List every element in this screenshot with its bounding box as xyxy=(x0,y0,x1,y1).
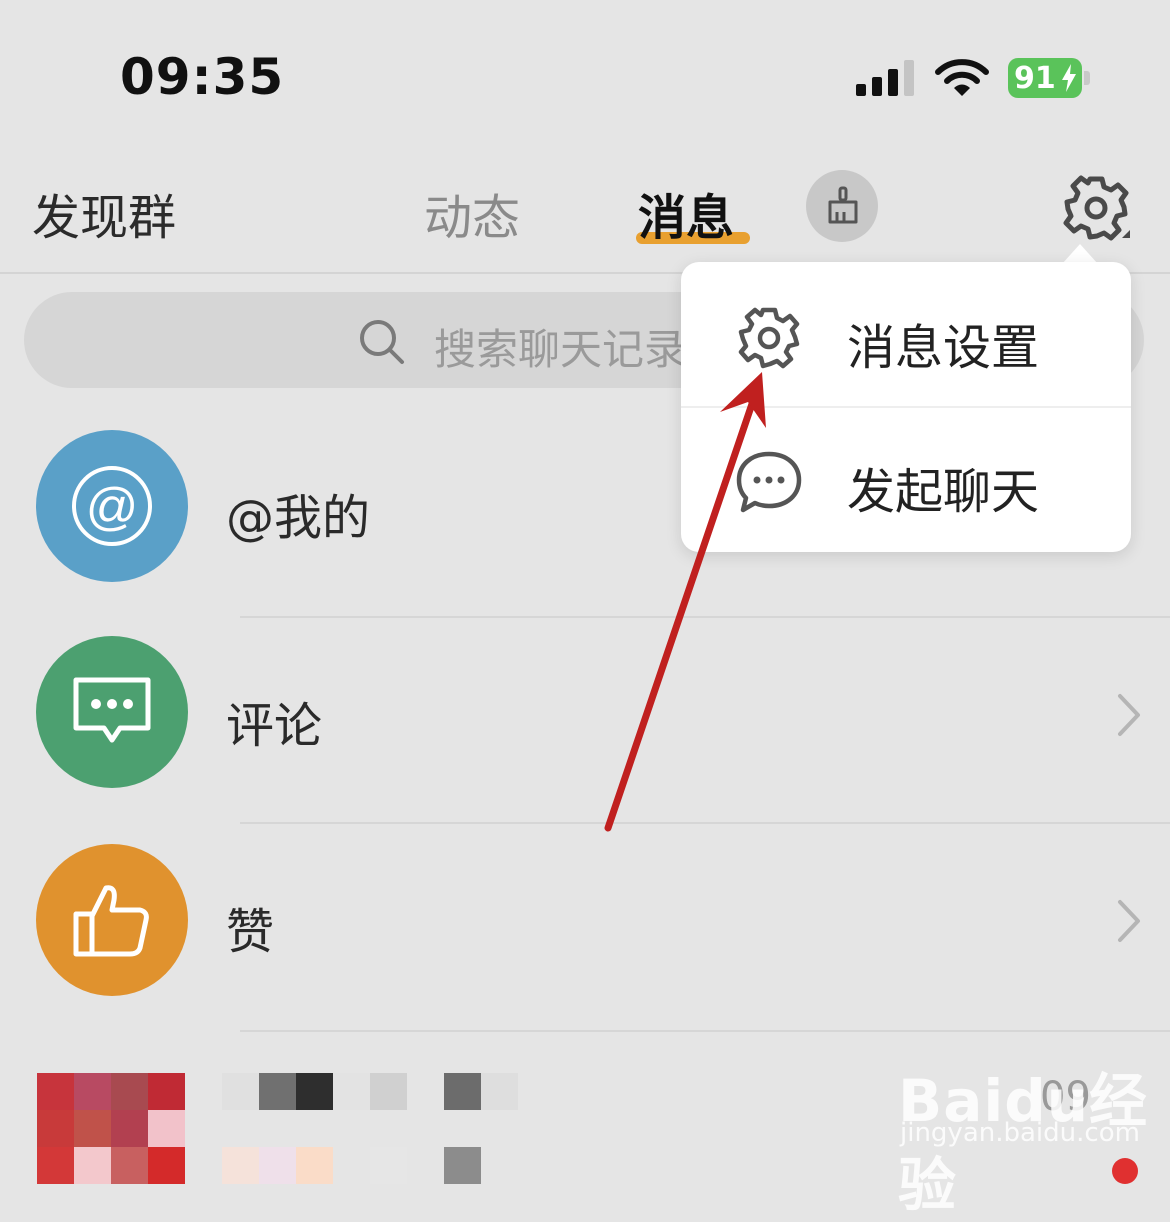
clear-unread-button[interactable] xyxy=(806,170,878,242)
at-icon: @ xyxy=(72,466,152,546)
tab-feed[interactable]: 动态 xyxy=(424,178,520,248)
thumbs-up-icon xyxy=(73,885,149,957)
tab-messages[interactable]: 消息 xyxy=(638,178,734,248)
svg-text:@: @ xyxy=(86,478,139,536)
row-divider xyxy=(240,822,1170,824)
menu-item-start-chat[interactable]: 发起聊天 xyxy=(681,408,1131,552)
menu-item-label: 消息设置 xyxy=(847,320,1040,376)
tab-discover-groups[interactable]: 发现群 xyxy=(32,178,176,248)
row-divider xyxy=(240,616,1170,618)
menu-item-label: 发起聊天 xyxy=(847,464,1040,520)
chevron-right-icon xyxy=(1118,694,1140,736)
broom-icon xyxy=(828,186,858,224)
watermark-url: jingyan.baidu.com xyxy=(900,1118,1140,1148)
contact-name-pixelated xyxy=(222,1073,522,1184)
signal-icon xyxy=(856,60,914,96)
chevron-right-icon xyxy=(1118,900,1140,942)
battery-indicator: 91 xyxy=(1008,58,1090,98)
wifi-icon xyxy=(935,59,989,96)
contact-avatar-pixelated[interactable] xyxy=(37,1073,185,1184)
likes-label[interactable]: 赞 xyxy=(226,892,274,962)
gear-icon xyxy=(738,307,800,369)
mentions-avatar[interactable]: @ xyxy=(36,430,188,582)
comment-icon xyxy=(73,677,151,743)
chat-bubble-icon xyxy=(736,451,802,513)
comments-label[interactable]: 评论 xyxy=(226,686,322,756)
search-placeholder: 搜索聊天记录 xyxy=(434,325,687,374)
battery-level: 91 xyxy=(1014,61,1056,96)
annotation-arrow xyxy=(604,372,766,832)
charging-bolt-icon xyxy=(1062,64,1076,92)
search-icon xyxy=(360,320,404,364)
popup-caret xyxy=(1062,244,1098,264)
comments-avatar[interactable] xyxy=(36,636,188,788)
mentions-label[interactable]: @我的 xyxy=(226,478,370,548)
popup-menu: 消息设置 发起聊天 xyxy=(681,262,1131,552)
menu-item-message-settings[interactable]: 消息设置 xyxy=(681,262,1131,406)
status-time: 09:35 xyxy=(120,48,285,106)
likes-avatar[interactable] xyxy=(36,844,188,996)
row-divider xyxy=(240,1030,1170,1032)
settings-gear-icon[interactable] xyxy=(1060,172,1132,244)
